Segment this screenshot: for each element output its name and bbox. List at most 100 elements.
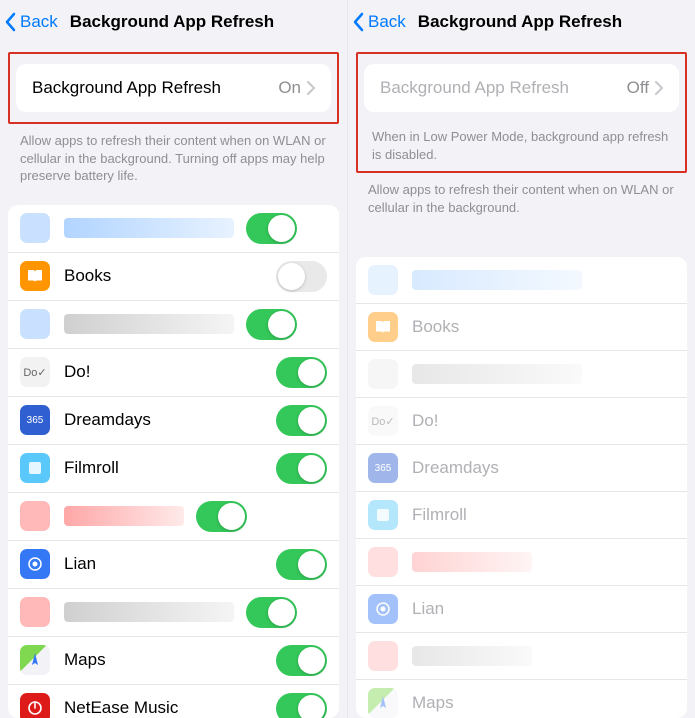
app-row-filmroll: Filmroll xyxy=(356,492,687,539)
app-row-dreamdays: 365 Dreamdays xyxy=(356,445,687,492)
app-name: Do! xyxy=(412,411,675,431)
app-row-netease[interactable]: NetEase Music xyxy=(8,685,339,718)
app-name: Dreamdays xyxy=(64,410,276,430)
nav-bar: Back Background App Refresh xyxy=(0,0,347,44)
bg-refresh-setting-row[interactable]: Background App Refresh Off xyxy=(364,64,679,112)
app-name: Dreamdays xyxy=(412,458,675,478)
toggle-switch[interactable] xyxy=(246,213,297,244)
app-name: Books xyxy=(64,266,276,286)
toggle-switch[interactable] xyxy=(276,261,327,292)
app-name: Lian xyxy=(64,554,276,574)
app-row-blurred[interactable] xyxy=(8,589,339,637)
app-row-books[interactable]: Books xyxy=(8,253,339,301)
back-button[interactable]: Back xyxy=(352,12,406,32)
highlight-box: Background App Refresh On xyxy=(8,52,339,124)
chevron-right-icon xyxy=(307,81,315,95)
app-name: Books xyxy=(412,317,675,337)
blurred-label xyxy=(412,270,582,290)
app-row-lian: Lian xyxy=(356,586,687,633)
blurred-label xyxy=(64,602,234,622)
blurred-label xyxy=(412,364,582,384)
app-icon-blurred xyxy=(20,597,50,627)
blurred-label xyxy=(412,646,532,666)
toggle-switch[interactable] xyxy=(276,453,327,484)
app-name: Maps xyxy=(64,650,276,670)
dreamdays-icon: 365 xyxy=(20,405,50,435)
toggle-switch[interactable] xyxy=(246,309,297,340)
lian-icon xyxy=(20,549,50,579)
chevron-left-icon xyxy=(4,12,16,32)
app-list: Books Do✓ Do! 365 Dreamdays Filmroll xyxy=(8,205,339,718)
toggle-switch[interactable] xyxy=(276,549,327,580)
maps-icon xyxy=(20,645,50,675)
bg-refresh-value: Off xyxy=(627,78,663,98)
books-icon xyxy=(368,312,398,342)
books-icon xyxy=(20,261,50,291)
highlight-box: Background App Refresh Off When in Low P… xyxy=(356,52,687,173)
maps-icon xyxy=(368,688,398,718)
app-name: Filmroll xyxy=(412,505,675,525)
do-icon: Do✓ xyxy=(368,406,398,436)
app-name: Lian xyxy=(412,599,675,619)
footer-description: Allow apps to refresh their content when… xyxy=(348,173,695,228)
dreamdays-icon: 365 xyxy=(368,453,398,483)
app-row-blurred xyxy=(356,351,687,398)
chevron-right-icon xyxy=(655,81,663,95)
toggle-switch[interactable] xyxy=(276,645,327,676)
blurred-label xyxy=(412,552,532,572)
app-row-maps: Maps xyxy=(356,680,687,718)
app-row-blurred xyxy=(356,257,687,304)
app-list-disabled: Books Do✓ Do! 365 Dreamdays Filmroll xyxy=(356,257,687,718)
app-row-dreamdays[interactable]: 365 Dreamdays xyxy=(8,397,339,445)
toggle-switch[interactable] xyxy=(276,405,327,436)
blurred-label xyxy=(64,506,184,526)
app-row-blurred[interactable] xyxy=(8,205,339,253)
app-name: Do! xyxy=(64,362,276,382)
back-button[interactable]: Back xyxy=(4,12,58,32)
page-title: Background App Refresh xyxy=(418,12,622,32)
toggle-switch[interactable] xyxy=(196,501,247,532)
app-icon-blurred xyxy=(368,547,398,577)
nav-bar: Back Background App Refresh xyxy=(348,0,695,44)
settings-panel-on: Back Background App Refresh Background A… xyxy=(0,0,348,718)
app-row-blurred[interactable] xyxy=(8,493,339,541)
filmroll-icon xyxy=(20,453,50,483)
app-icon-blurred xyxy=(368,359,398,389)
app-icon-blurred xyxy=(20,213,50,243)
do-icon: Do✓ xyxy=(20,357,50,387)
blurred-label xyxy=(64,218,234,238)
app-row-do: Do✓ Do! xyxy=(356,398,687,445)
app-icon-blurred xyxy=(368,641,398,671)
app-name: NetEase Music xyxy=(64,698,276,718)
blurred-label xyxy=(64,314,234,334)
settings-panel-off: Back Background App Refresh Background A… xyxy=(348,0,695,718)
lian-icon xyxy=(368,594,398,624)
page-title: Background App Refresh xyxy=(70,12,274,32)
app-icon-blurred xyxy=(368,265,398,295)
app-name: Maps xyxy=(412,693,675,713)
low-power-notice: When in Low Power Mode, background app r… xyxy=(358,122,685,171)
bg-refresh-value: On xyxy=(278,78,315,98)
chevron-left-icon xyxy=(352,12,364,32)
bg-refresh-label: Background App Refresh xyxy=(380,78,569,98)
footer-description: Allow apps to refresh their content when… xyxy=(0,124,347,197)
app-name: Filmroll xyxy=(64,458,276,478)
toggle-switch[interactable] xyxy=(246,597,297,628)
back-label: Back xyxy=(20,12,58,32)
app-row-lian[interactable]: Lian xyxy=(8,541,339,589)
app-row-books: Books xyxy=(356,304,687,351)
toggle-switch[interactable] xyxy=(276,693,327,718)
bg-refresh-label: Background App Refresh xyxy=(32,78,221,98)
netease-icon xyxy=(20,693,50,718)
app-row-blurred xyxy=(356,633,687,680)
app-row-blurred xyxy=(356,539,687,586)
app-row-do[interactable]: Do✓ Do! xyxy=(8,349,339,397)
app-icon-blurred xyxy=(20,501,50,531)
filmroll-icon xyxy=(368,500,398,530)
app-row-maps[interactable]: Maps xyxy=(8,637,339,685)
app-row-blurred[interactable] xyxy=(8,301,339,349)
back-label: Back xyxy=(368,12,406,32)
toggle-switch[interactable] xyxy=(276,357,327,388)
app-row-filmroll[interactable]: Filmroll xyxy=(8,445,339,493)
bg-refresh-setting-row[interactable]: Background App Refresh On xyxy=(16,64,331,112)
